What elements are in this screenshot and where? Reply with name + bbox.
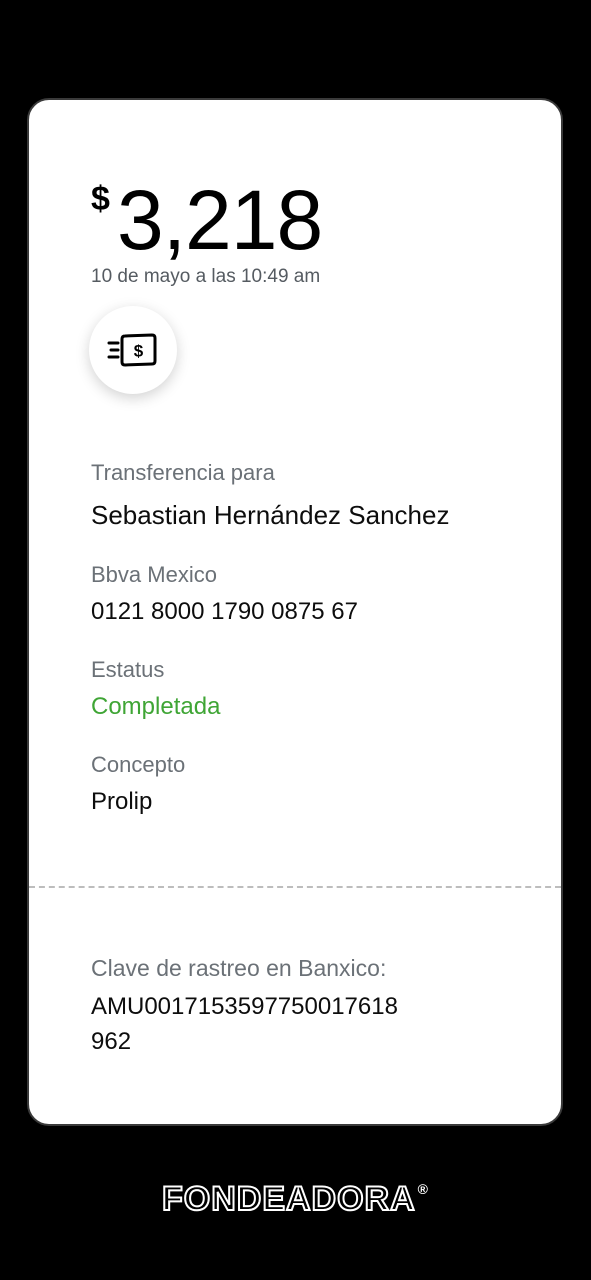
cash-transfer-icon: $ — [107, 333, 157, 367]
account-number: 0121 8000 1790 0875 67 — [91, 598, 358, 625]
transaction-datetime: 10 de mayo a las 10:49 am — [91, 266, 321, 287]
registered-mark: ® — [417, 1181, 429, 1197]
brand-name: FONDEADORA — [161, 1180, 416, 1218]
concept-value: Prolip — [91, 788, 153, 815]
tracking-label: Clave de rastreo en Banxico: — [91, 955, 387, 981]
recipient-name: Sebastian Hernández Sanchez — [91, 500, 450, 530]
tracking-key-line-2: 962 — [91, 1027, 132, 1055]
svg-text:$: $ — [134, 342, 144, 361]
bank-section: Bbva Mexico 0121 8000 1790 0875 67 — [91, 562, 358, 626]
tracking-section: Clave de rastreo en Banxico: AMU00171535… — [91, 955, 398, 1060]
bank-label: Bbva Mexico — [91, 562, 217, 587]
concept-section: Concepto Prolip — [91, 752, 185, 816]
currency-symbol: $ — [91, 180, 110, 218]
amount-value: 3,218 — [117, 173, 323, 267]
concept-label: Concepto — [91, 752, 186, 777]
receipt-card: $ 3,218 10 de mayo a las 10:49 am $ Tran… — [27, 98, 563, 1126]
recipient-section: Transferencia para Sebastian Hernández S… — [91, 460, 449, 531]
tracking-key: AMU0017153597750017618 962 — [91, 990, 398, 1060]
tracking-key-line-1: AMU0017153597750017618 — [91, 993, 398, 1020]
status-value: Completada — [91, 693, 221, 720]
transfer-icon-badge: $ — [89, 306, 177, 394]
recipient-label: Transferencia para — [91, 460, 275, 485]
dashed-divider — [29, 886, 561, 888]
fondeadora-logo: FONDEADORA ® — [0, 1180, 591, 1218]
status-section: Estatus Completada — [91, 657, 220, 721]
status-label: Estatus — [91, 657, 165, 682]
